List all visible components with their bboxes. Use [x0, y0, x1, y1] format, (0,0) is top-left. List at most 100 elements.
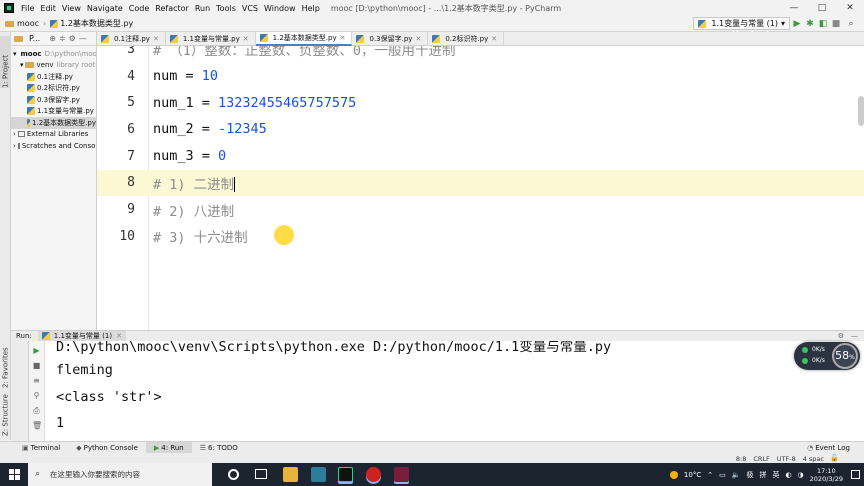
tree-item[interactable]: › External Libraries — [11, 129, 96, 141]
menu-edit[interactable]: Edit — [37, 4, 59, 13]
network-speed-widget[interactable]: 0K/s 0K/s 58% — [794, 342, 860, 370]
debug-icon[interactable]: ✱ — [805, 19, 815, 29]
tree-item[interactable]: 1.2基本数据类型.py — [11, 117, 96, 129]
clock[interactable]: 17:10 2020/3/29 — [810, 467, 843, 483]
code-editor[interactable]: 3 # （1）整数：正整数、负整数、0，一般用十进制 4 num = 10 5 num_1… — [97, 46, 864, 332]
editor-scrollbar[interactable] — [858, 96, 864, 126]
gear-icon[interactable]: ⚙ — [69, 34, 76, 43]
pycharm-taskbar-icon[interactable] — [338, 467, 353, 482]
video-app-taskbar-icon[interactable] — [394, 467, 409, 482]
chevron-up-icon[interactable]: ⌃ — [707, 471, 713, 479]
ime-mode-3[interactable]: 英 — [772, 470, 779, 480]
ime-icon-a[interactable]: ◐ — [785, 471, 791, 479]
menu-vcs[interactable]: VCS — [239, 4, 261, 13]
taskbar-search-input[interactable]: ⌕ 在这里输入你要搜索的内容 — [28, 463, 212, 486]
rerun-icon[interactable]: ▶ — [32, 346, 41, 355]
ime-mode-2[interactable]: 拼 — [759, 470, 766, 480]
file-explorer-icon[interactable] — [283, 467, 298, 482]
code-line[interactable]: 6 num_2 = -12345 — [97, 116, 864, 143]
menu-view[interactable]: View — [59, 4, 84, 13]
close-icon[interactable]: ✕ — [340, 34, 346, 42]
project-view-select[interactable]: P... — [29, 34, 40, 43]
collapse-icon[interactable]: ≑ — [59, 34, 66, 43]
breadcrumb-file[interactable]: 1.2基本数据类型.py — [60, 18, 133, 29]
project-tool-tab[interactable]: 1: Project — [0, 36, 11, 88]
bottom-tool-2[interactable]: ◆ Python Console — [68, 442, 146, 454]
chevron-right-icon[interactable]: › — [13, 142, 16, 150]
run-icon[interactable]: ▶ — [792, 19, 802, 29]
volume-icon[interactable]: 🔈 — [732, 471, 741, 479]
search-icon[interactable]: ⌕ — [846, 19, 856, 29]
ime-mode-1[interactable]: 极 — [746, 470, 753, 480]
menu-file[interactable]: File — [18, 4, 37, 13]
close-icon[interactable]: ✕ — [243, 35, 249, 43]
stop-icon[interactable]: ■ — [32, 361, 41, 370]
menu-help[interactable]: Help — [299, 4, 323, 13]
menu-run[interactable]: Run — [192, 4, 213, 13]
tree-item[interactable]: 0.2标识符.py — [11, 83, 96, 95]
pin-icon[interactable]: ⚲ — [32, 391, 41, 400]
structure-tool-tab[interactable]: Z: Structure — [0, 390, 11, 436]
bottom-tool-1[interactable]: ▣ Terminal — [14, 442, 68, 454]
chevron-down-icon[interactable]: ▾ — [13, 50, 17, 58]
network-icon[interactable]: ▭ — [719, 471, 726, 479]
run-tab[interactable]: 1.1变量与常量 (1) ✕ — [37, 331, 126, 341]
task-view-icon[interactable] — [255, 469, 267, 479]
menu-code[interactable]: Code — [126, 4, 152, 13]
tree-item[interactable]: 0.1注释.py — [11, 71, 96, 83]
file-encoding[interactable]: UTF-8 — [777, 455, 796, 463]
stop-icon[interactable]: ■ — [831, 19, 841, 29]
maximize-button[interactable]: □ — [808, 0, 836, 16]
close-icon[interactable]: ✕ — [415, 35, 421, 43]
run-console-output[interactable]: D:\python\mooc\venv\Scripts\python.exe D… — [45, 341, 864, 441]
tree-item[interactable]: ▾ mooc D:\python\mooc — [11, 48, 96, 60]
close-button[interactable]: ✕ — [836, 0, 864, 16]
bottom-tool-4[interactable]: ☰ 6: TODO — [192, 442, 246, 454]
coverage-icon[interactable]: ◧ — [818, 19, 828, 29]
lock-icon[interactable]: 🔓 — [830, 454, 839, 462]
caret-position[interactable]: 8:8 — [736, 455, 746, 463]
close-icon[interactable]: ✕ — [116, 332, 122, 340]
menu-window[interactable]: Window — [261, 4, 299, 13]
tree-item[interactable]: › Scratches and Console — [11, 140, 96, 152]
tree-item[interactable]: 1.1变量与常量.py — [11, 106, 96, 118]
code-line[interactable]: 7 num_3 = 0 — [97, 143, 864, 170]
editor-tab[interactable]: 0.2标识符.py ✕ — [428, 32, 505, 46]
indent-setting[interactable]: 4 spac — [803, 455, 824, 463]
code-line[interactable]: 3 # （1）整数：正整数、负整数、0，一般用十进制 — [97, 46, 864, 63]
windows-start-icon[interactable] — [9, 469, 20, 480]
breadcrumb-project[interactable]: mooc — [17, 19, 39, 28]
minimize-button[interactable]: — — [780, 0, 808, 16]
code-line[interactable]: 10 # 3) 十六进制 — [97, 223, 864, 250]
editor-tab[interactable]: 1.2基本数据类型.py ✕ — [255, 32, 353, 46]
close-icon[interactable]: ✕ — [491, 35, 497, 43]
locate-icon[interactable]: ⊕ — [49, 34, 56, 43]
hide-icon[interactable]: — — [851, 332, 858, 340]
gear-icon[interactable]: ⚙ — [838, 332, 844, 340]
menu-tools[interactable]: Tools — [213, 4, 239, 13]
menu-refactor[interactable]: Refactor — [152, 4, 192, 13]
close-icon[interactable]: ✕ — [153, 35, 159, 43]
menu-navigate[interactable]: Navigate — [84, 4, 126, 13]
tree-item[interactable]: ▾ venv library root — [11, 60, 96, 72]
chevron-right-icon[interactable]: › — [13, 130, 16, 138]
line-separator[interactable]: CRLF — [753, 455, 769, 463]
code-line[interactable]: 9 # 2) 八进制 — [97, 196, 864, 223]
chevron-down-icon[interactable]: ▾ — [20, 61, 24, 69]
ime-icon-b[interactable]: ◑ — [798, 471, 804, 479]
favorites-tool-tab[interactable]: 2: Favorites — [0, 342, 11, 388]
event-log-button[interactable]: ◔ Event Log — [807, 444, 850, 452]
hide-icon[interactable]: — — [79, 34, 87, 43]
temperature[interactable]: 10°C — [684, 471, 701, 479]
store-icon[interactable] — [311, 467, 326, 482]
print-icon[interactable]: ⎙ — [32, 406, 41, 415]
cortana-icon[interactable] — [228, 469, 239, 480]
recorder-taskbar-icon[interactable] — [366, 467, 381, 482]
editor-tab[interactable]: 0.3保留字.py ✕ — [352, 32, 429, 46]
code-line[interactable]: 8 # 1) 二进制 — [97, 169, 864, 197]
notification-icon[interactable] — [851, 470, 860, 479]
trash-icon[interactable]: 🗑 — [32, 421, 42, 430]
editor-tab[interactable]: 1.1变量与常量.py ✕ — [166, 32, 256, 46]
code-line[interactable]: 4 num = 10 — [97, 63, 864, 90]
bottom-tool-3[interactable]: ▶ 4: Run — [145, 441, 192, 454]
